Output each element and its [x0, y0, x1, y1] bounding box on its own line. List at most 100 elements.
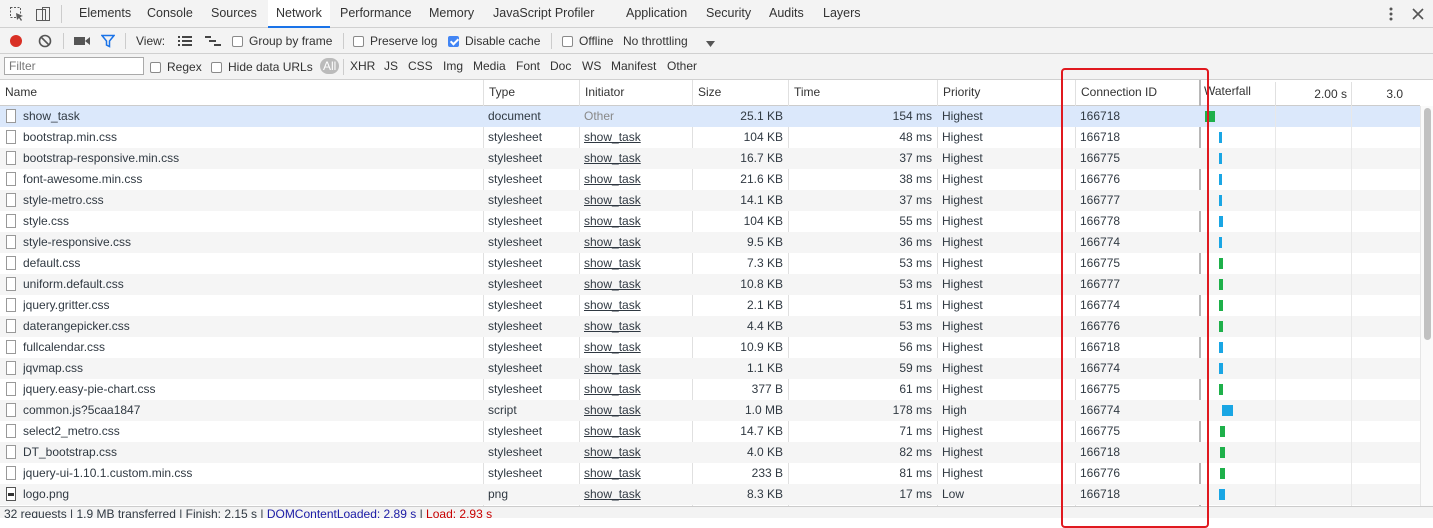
hide-data-urls-checkbox[interactable] [211, 62, 222, 73]
cell-initiator[interactable]: show_task [584, 400, 689, 421]
column-header-type[interactable]: Type [483, 80, 579, 105]
record-button[interactable] [9, 34, 23, 48]
cell-initiator[interactable]: show_task [584, 379, 689, 400]
close-devtools-icon[interactable] [1411, 7, 1425, 21]
filter-type-ws[interactable]: WS [582, 59, 601, 73]
scrollbar-thumb[interactable] [1424, 108, 1431, 340]
table-row[interactable]: DT_bootstrap.css stylesheet show_task 4.0 K… [0, 442, 1420, 463]
cell-initiator[interactable]: show_task [584, 274, 689, 295]
cell-initiator[interactable]: show_task [584, 232, 689, 253]
tab-application[interactable]: Application [626, 0, 687, 27]
column-header-size[interactable]: Size [692, 80, 788, 105]
cell-initiator[interactable]: show_task [584, 211, 689, 232]
tab-memory[interactable]: Memory [429, 0, 474, 27]
tab-sources[interactable]: Sources [211, 0, 257, 27]
cell-initiator[interactable]: show_task [584, 190, 689, 211]
table-row[interactable]: show_task document Other 25.1 KB 154 ms Highe… [0, 106, 1420, 127]
clear-icon[interactable] [38, 34, 52, 48]
cell-priority: Highest [942, 109, 983, 123]
filter-icon[interactable] [100, 34, 116, 48]
tab-network[interactable]: Network [268, 0, 330, 28]
table-row[interactable]: jquery.easy-pie-chart.css stylesheet show_… [0, 379, 1420, 400]
more-options-icon[interactable] [1388, 6, 1394, 22]
column-header-waterfall[interactable]: Waterfall [1199, 80, 1275, 105]
tab-layers[interactable]: Layers [823, 0, 861, 27]
cell-initiator[interactable]: show_task [584, 421, 689, 442]
filter-type-font[interactable]: Font [516, 59, 540, 73]
filter-type-all[interactable]: All [320, 58, 340, 74]
cell-time: 154 ms [892, 109, 932, 123]
tab-audits[interactable]: Audits [769, 0, 804, 27]
cell-initiator[interactable]: show_task [584, 295, 689, 316]
cell-initiator[interactable]: show_task [584, 148, 689, 169]
tab-security[interactable]: Security [706, 0, 751, 27]
cell-initiator[interactable]: show_task [584, 337, 689, 358]
table-row[interactable]: fullcalendar.css stylesheet show_task 10.9 … [0, 337, 1420, 358]
filter-type-manifest[interactable]: Manifest [611, 59, 656, 73]
capture-screenshots-icon[interactable] [74, 35, 90, 47]
filter-type-media[interactable]: Media [473, 59, 506, 73]
table-row[interactable]: daterangepicker.css stylesheet show_task 4.… [0, 316, 1420, 337]
waterfall-bar [1220, 468, 1225, 479]
table-row[interactable]: style-responsive.css stylesheet show_task 9… [0, 232, 1420, 253]
tab-javascript-profiler[interactable]: JavaScript Profiler [493, 0, 594, 27]
column-header-time[interactable]: Time [788, 80, 937, 105]
table-row[interactable]: jquery-ui-1.10.1.custom.min.css styleshee… [0, 463, 1420, 484]
table-row[interactable]: select2_metro.css stylesheet show_task 14.7… [0, 421, 1420, 442]
column-header-initiator[interactable]: Initiator [579, 80, 692, 105]
filter-type-js[interactable]: JS [384, 59, 398, 73]
tab-performance[interactable]: Performance [340, 0, 412, 27]
table-row[interactable]: bootstrap-responsive.min.css stylesheet sh… [0, 148, 1420, 169]
cell-name: jqvmap.css [23, 361, 84, 375]
regex-checkbox[interactable] [150, 62, 161, 73]
cell-initiator[interactable]: show_task [584, 463, 689, 484]
filter-input[interactable] [4, 57, 144, 75]
table-row[interactable]: common.js?5caa1847 script show_task 1.0 MB 1… [0, 400, 1420, 421]
table-row[interactable]: bootstrap.min.css stylesheet show_task 104 … [0, 127, 1420, 148]
cell-initiator[interactable]: show_task [584, 358, 689, 379]
filter-type-other[interactable]: Other [667, 59, 697, 73]
file-icon [6, 214, 16, 228]
inspect-element-icon[interactable] [9, 6, 25, 22]
scrollbar[interactable] [1420, 106, 1433, 506]
table-row[interactable]: jquery.gritter.css stylesheet show_task 2.1… [0, 295, 1420, 316]
large-rows-icon[interactable] [178, 35, 192, 47]
disable-cache-checkbox[interactable] [448, 36, 459, 47]
cell-connection-id: 166776 [1080, 172, 1121, 186]
disable-cache-label: Disable cache [465, 34, 541, 48]
cell-size: 9.5 KB [746, 235, 783, 249]
cell-time: 53 ms [899, 319, 932, 333]
table-row[interactable]: uniform.default.css stylesheet show_task 10… [0, 274, 1420, 295]
table-row[interactable]: default.css stylesheet show_task 7.3 KB 53 m… [0, 253, 1420, 274]
filter-type-img[interactable]: Img [443, 59, 463, 73]
filter-type-xhr[interactable]: XHR [350, 59, 375, 73]
filter-type-css[interactable]: CSS [408, 59, 433, 73]
throttling-select[interactable]: No throttling [623, 34, 688, 48]
tab-elements[interactable]: Elements [79, 0, 131, 27]
tab-console[interactable]: Console [147, 0, 193, 27]
table-row[interactable]: font-awesome.min.css stylesheet show_task 2… [0, 169, 1420, 190]
cell-name: jquery.easy-pie-chart.css [23, 382, 156, 396]
cell-initiator[interactable]: show_task [584, 253, 689, 274]
cell-initiator[interactable]: show_task [584, 169, 689, 190]
overview-icon[interactable] [205, 35, 221, 47]
cell-initiator[interactable]: show_task [584, 442, 689, 463]
column-header-name[interactable]: Name [0, 80, 483, 105]
offline-checkbox[interactable] [562, 36, 573, 47]
table-row[interactable]: jqvmap.css stylesheet show_task 1.1 KB 59 ms… [0, 358, 1420, 379]
cell-initiator[interactable]: show_task [584, 484, 689, 505]
table-row[interactable]: style.css stylesheet show_task 104 KB 55 ms H… [0, 211, 1420, 232]
waterfall-bar [1219, 237, 1222, 248]
cell-size: 10.8 KB [740, 277, 783, 291]
table-row[interactable]: logo.png png show_task 8.3 KB 17 ms Low 166718 [0, 484, 1420, 505]
filter-type-doc[interactable]: Doc [550, 59, 571, 73]
cell-initiator[interactable]: show_task [584, 127, 689, 148]
preserve-log-checkbox[interactable] [353, 36, 364, 47]
device-toolbar-icon[interactable] [35, 6, 51, 22]
chevron-down-icon[interactable] [706, 37, 715, 47]
group-by-frame-checkbox[interactable] [232, 36, 243, 47]
cell-initiator[interactable]: show_task [584, 316, 689, 337]
table-row[interactable]: style-metro.css stylesheet show_task 14.1 K… [0, 190, 1420, 211]
column-header-connection-id[interactable]: Connection ID [1075, 80, 1199, 105]
column-header-priority[interactable]: Priority [937, 80, 1075, 105]
